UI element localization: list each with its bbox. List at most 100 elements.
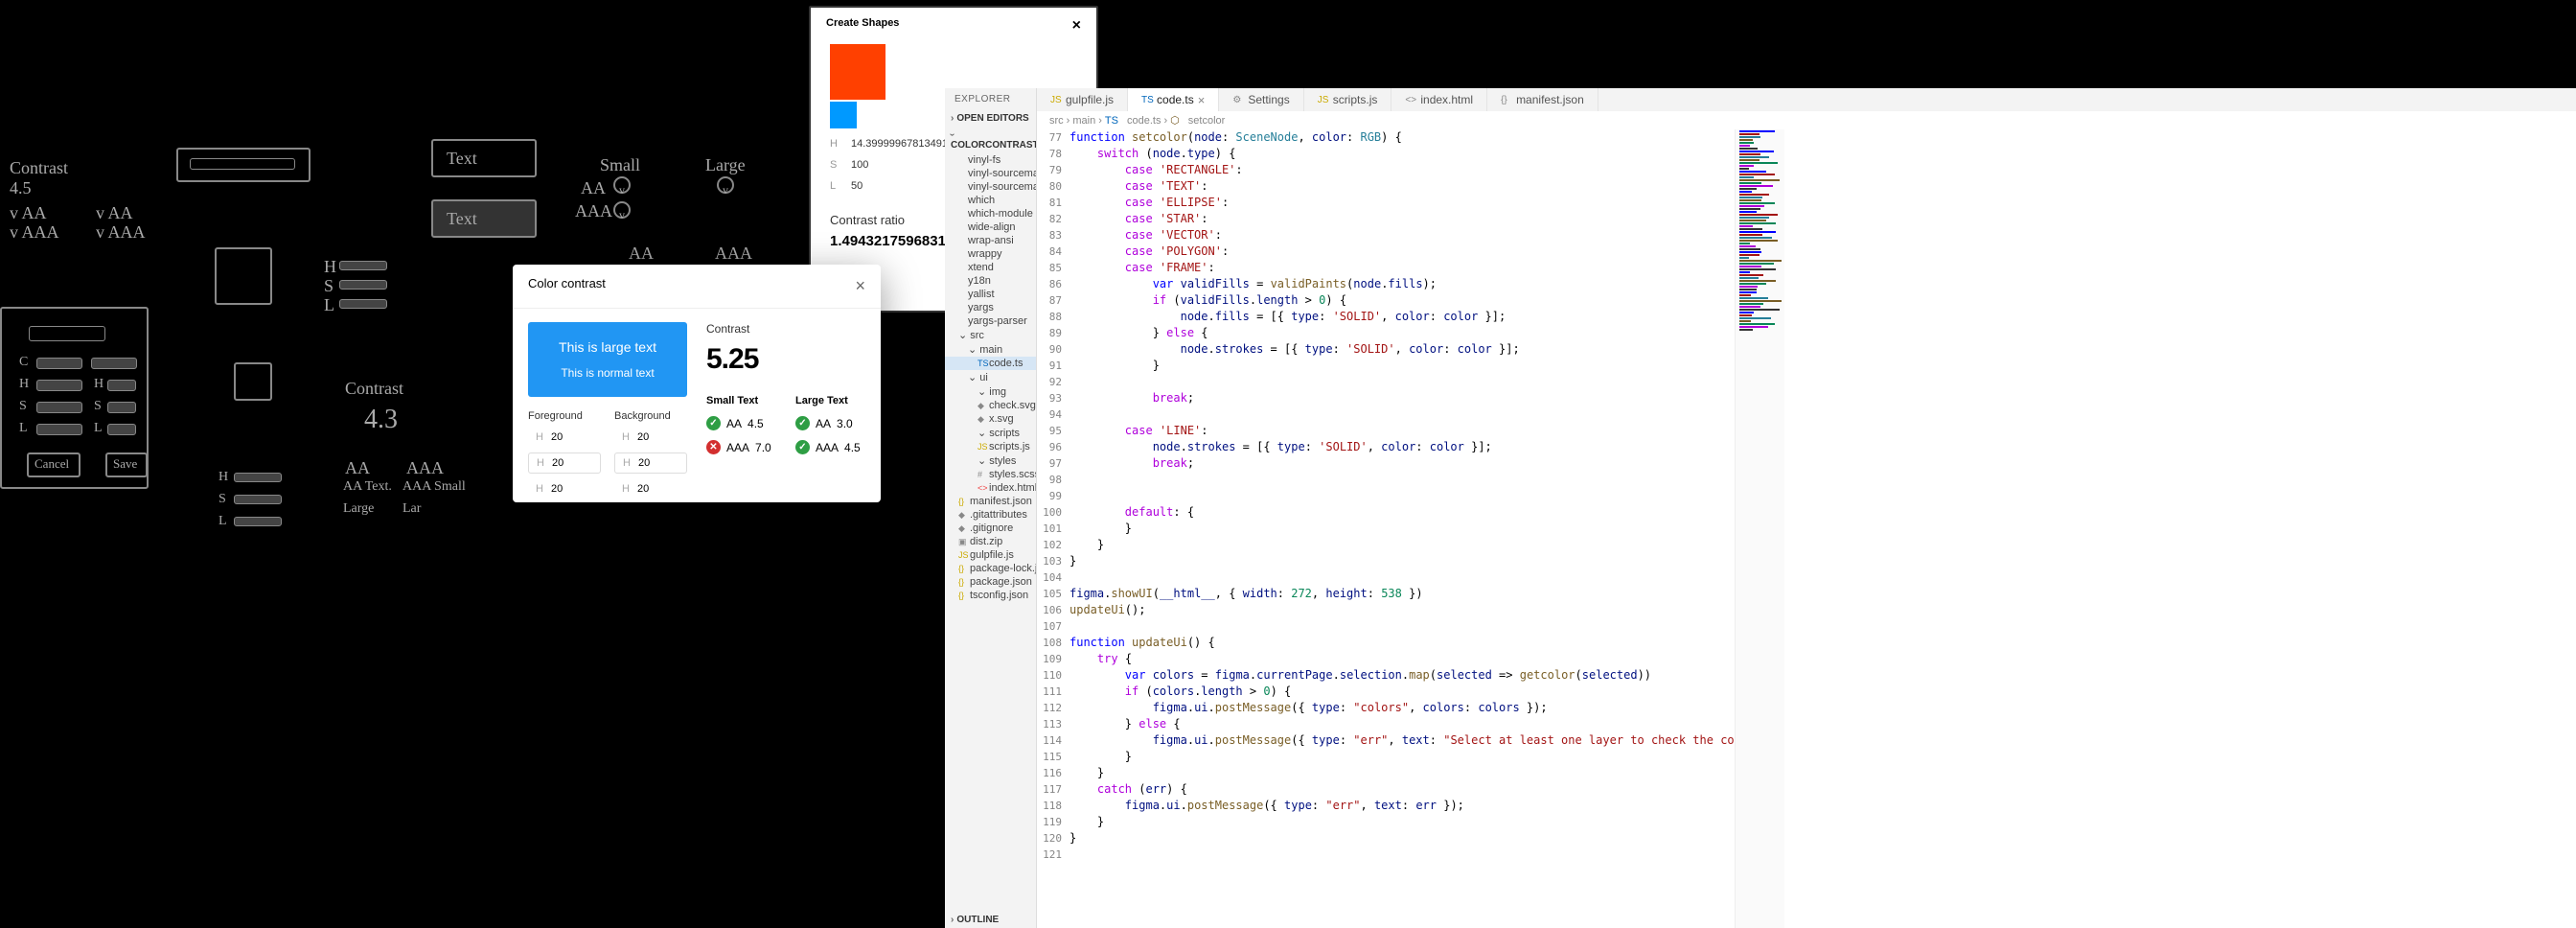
h-val: 14.399999678134918 — [851, 138, 954, 150]
close-icon[interactable]: × — [855, 276, 865, 296]
color-contrast-panel: Color contrast × This is large text This… — [513, 265, 881, 502]
file-tree-item[interactable]: ⌄ main — [945, 342, 1036, 357]
preview-swatch: This is large text This is normal text — [528, 322, 687, 397]
file-tree-item[interactable]: {}manifest.json — [945, 495, 1036, 508]
sk-vaa: v AA — [10, 203, 47, 223]
file-tree-item[interactable]: ◆check.svg — [945, 399, 1036, 412]
file-tree-item[interactable]: ⌄ img — [945, 384, 1036, 399]
file-tree-item[interactable]: which-module — [945, 207, 1036, 220]
small-aaa: ✕AAA7.0 — [706, 440, 776, 454]
editor-tab[interactable]: <>index.html — [1392, 88, 1487, 111]
file-tree-item[interactable]: JSgulpfile.js — [945, 548, 1036, 562]
file-tree-item[interactable]: yallist — [945, 288, 1036, 301]
sk-l: L — [19, 421, 28, 436]
sk-h: H — [19, 377, 29, 392]
vscode-window: EXPLORER OPEN EDITORS COLORCONTRAST viny… — [945, 88, 2576, 928]
file-tree-item[interactable]: {}package-lock.json — [945, 562, 1036, 575]
minimap[interactable] — [1735, 129, 1784, 928]
sk-contrast-val: 4.5 — [10, 178, 32, 198]
code-content[interactable]: function setcolor(node: SceneNode, color… — [1070, 129, 1735, 928]
bg-label: Background — [614, 410, 687, 422]
file-tree-item[interactable]: JSscripts.js — [945, 440, 1036, 453]
explorer-title: EXPLORER — [945, 88, 1036, 110]
sk-inner — [190, 158, 295, 170]
file-tree-item[interactable]: ⌄ scripts — [945, 426, 1036, 440]
file-tree-item[interactable]: vinyl-fs — [945, 153, 1036, 167]
outline-section[interactable]: OUTLINE — [945, 912, 1037, 928]
cs-title: Create Shapes — [826, 17, 899, 35]
sk-save-btn: Save — [105, 452, 148, 477]
sk-cancel-btn: Cancel — [27, 452, 80, 477]
sk-contrast: Contrast — [10, 158, 68, 178]
normal-text-sample: This is normal text — [528, 366, 687, 380]
blue-swatch — [830, 102, 857, 128]
file-tree-item[interactable]: wide-align — [945, 220, 1036, 234]
file-tree-item[interactable]: wrappy — [945, 247, 1036, 261]
editor-tab[interactable]: TScode.ts× — [1128, 88, 1219, 111]
editor-area: JSgulpfile.jsTScode.ts×⚙SettingsJSscript… — [1037, 88, 2576, 928]
sk-c: C — [19, 355, 28, 370]
close-icon[interactable]: × — [1072, 17, 1081, 35]
sk-vaa2: v AA — [96, 203, 133, 223]
file-tree-item[interactable]: wrap-ansi — [945, 234, 1036, 247]
fg-label: Foreground — [528, 410, 601, 422]
file-tree-item[interactable]: {}tsconfig.json — [945, 589, 1036, 602]
file-tree-item[interactable]: ◆.gitattributes — [945, 508, 1036, 522]
sk-row — [29, 326, 105, 341]
fg-s[interactable]: H20 — [528, 452, 601, 474]
check-icon: ✓ — [795, 440, 810, 454]
bg-l[interactable]: H20 — [614, 479, 687, 499]
explorer-sidebar: EXPLORER OPEN EDITORS COLORCONTRAST viny… — [945, 88, 1037, 928]
colorcontrast-section[interactable]: COLORCONTRAST — [945, 127, 1036, 153]
file-tree-item[interactable]: ⌄ ui — [945, 370, 1036, 384]
breadcrumb[interactable]: src›main›TS code.ts›⬡ setcolor — [1037, 111, 2576, 129]
file-tree-item[interactable]: which — [945, 194, 1036, 207]
file-tree-item[interactable]: yargs — [945, 301, 1036, 314]
file-tree-item[interactable]: vinyl-sourcemap — [945, 167, 1036, 180]
editor-tab[interactable]: ⚙Settings — [1219, 88, 1303, 111]
s-val: 100 — [851, 159, 868, 171]
tab-bar: JSgulpfile.jsTScode.ts×⚙SettingsJSscript… — [1037, 88, 2576, 111]
file-tree-item[interactable]: {}package.json — [945, 575, 1036, 589]
tab-close-icon[interactable]: × — [1198, 93, 1206, 107]
file-tree-item[interactable]: ◆.gitignore — [945, 522, 1036, 535]
bg-s[interactable]: H20 — [614, 452, 687, 474]
check-icon: ✓ — [706, 416, 721, 430]
small-text-header: Small Text — [706, 395, 776, 406]
file-tree-item[interactable]: ◆x.svg — [945, 412, 1036, 426]
contrast-label: Contrast — [706, 322, 865, 336]
contrast-value: 5.25 — [706, 343, 865, 376]
large-aaa: ✓AAA4.5 — [795, 440, 865, 454]
sk-sq — [215, 247, 272, 305]
sk-vaaa: v AAA — [10, 222, 59, 243]
red-swatch — [830, 44, 886, 100]
bg-h[interactable]: H20 — [614, 428, 687, 447]
check-icon: ✓ — [795, 416, 810, 430]
file-tree-item[interactable]: TScode.ts — [945, 357, 1036, 370]
file-tree-item[interactable]: ⌄ src — [945, 328, 1036, 342]
file-tree-item[interactable]: yargs-parser — [945, 314, 1036, 328]
x-icon: ✕ — [706, 440, 721, 454]
large-text-sample: This is large text — [528, 339, 687, 355]
file-tree-item[interactable]: xtend — [945, 261, 1036, 274]
open-editors-section[interactable]: OPEN EDITORS — [945, 110, 1036, 127]
editor-tab[interactable]: JSscripts.js — [1304, 88, 1392, 111]
file-tree-item[interactable]: ⌄ styles — [945, 453, 1036, 468]
sk-s: S — [19, 399, 27, 414]
cc-title: Color contrast — [528, 276, 606, 296]
file-tree-item[interactable]: y18n — [945, 274, 1036, 288]
small-aa: ✓AA4.5 — [706, 416, 776, 430]
large-text-header: Large Text — [795, 395, 865, 406]
editor-tab[interactable]: JSgulpfile.js — [1037, 88, 1128, 111]
file-tree-item[interactable]: ▣dist.zip — [945, 535, 1036, 548]
line-numbers: 7778798081828384858687888990919293949596… — [1037, 129, 1070, 928]
large-aa: ✓AA3.0 — [795, 416, 865, 430]
l-val: 50 — [851, 180, 862, 192]
file-tree-item[interactable]: vinyl-sourcemaps-… — [945, 180, 1036, 194]
fg-l[interactable]: H20 — [528, 479, 601, 499]
sk-sq2 — [234, 362, 272, 401]
fg-h[interactable]: H20 — [528, 428, 601, 447]
editor-tab[interactable]: {}manifest.json — [1487, 88, 1598, 111]
file-tree-item[interactable]: #styles.scss — [945, 468, 1036, 481]
file-tree-item[interactable]: <>index.html — [945, 481, 1036, 495]
